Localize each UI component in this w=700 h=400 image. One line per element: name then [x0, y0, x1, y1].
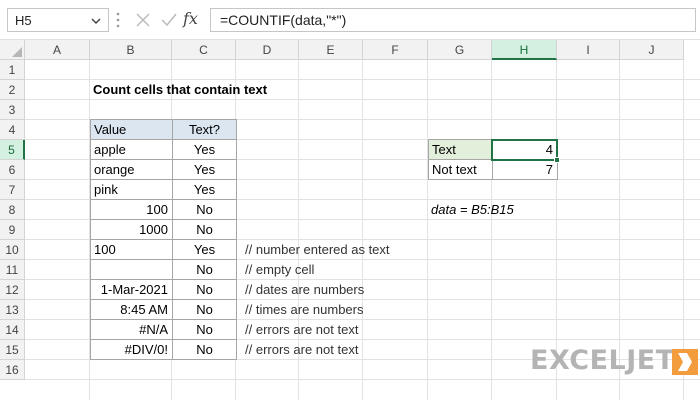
row-header-5[interactable]: 5 — [0, 140, 25, 160]
table-cell-text[interactable]: No — [172, 219, 237, 240]
named-range-note[interactable]: data = B5:B15 — [428, 200, 578, 220]
table-cell-text[interactable]: No — [172, 199, 237, 220]
table-cell-value[interactable] — [90, 259, 173, 280]
gridline-vertical — [491, 60, 492, 400]
column-header-d[interactable]: D — [236, 40, 299, 60]
table-cell-value[interactable]: 100 — [90, 239, 173, 260]
column-header-e[interactable]: E — [299, 40, 363, 60]
table-header-text[interactable]: Text? — [172, 119, 237, 140]
row-header-12[interactable]: 12 — [0, 280, 25, 300]
table-cell-text[interactable]: Yes — [172, 159, 237, 180]
table-comment[interactable]: // errors are not text — [242, 320, 442, 340]
row-header-1[interactable]: 1 — [0, 60, 25, 80]
select-all-corner[interactable] — [0, 40, 25, 60]
name-box-value: H5 — [15, 13, 32, 28]
table-cell-text[interactable]: Yes — [172, 139, 237, 160]
row-header-14[interactable]: 14 — [0, 320, 25, 340]
table-cell-text[interactable]: Yes — [172, 179, 237, 200]
enter-check-icon[interactable] — [160, 10, 178, 30]
more-options-icon[interactable] — [115, 11, 121, 29]
column-header-a[interactable]: A — [25, 40, 90, 60]
table-cell-value[interactable]: #DIV/0! — [90, 339, 173, 360]
summary-label[interactable]: Not text — [428, 159, 493, 180]
table-cell-text[interactable]: No — [172, 339, 237, 360]
table-cell-value[interactable]: pink — [90, 179, 173, 200]
formula-input[interactable]: =COUNTIF(data,"*") — [210, 8, 696, 32]
table-comment[interactable]: // times are numbers — [242, 300, 442, 320]
row-header-16[interactable]: 16 — [0, 360, 25, 380]
sheet-title[interactable]: Count cells that contain text — [90, 80, 350, 100]
table-cell-text[interactable]: No — [172, 299, 237, 320]
logo-mark-icon — [672, 349, 698, 375]
row-header-15[interactable]: 15 — [0, 340, 25, 360]
fill-handle[interactable] — [554, 157, 560, 163]
table-cell-value[interactable]: 8:45 AM — [90, 299, 173, 320]
row-header-13[interactable]: 13 — [0, 300, 25, 320]
column-header-f[interactable]: F — [363, 40, 428, 60]
row-header-3[interactable]: 3 — [0, 100, 25, 120]
table-comment[interactable]: // errors are not text — [242, 340, 442, 360]
column-header-i[interactable]: I — [557, 40, 620, 60]
insert-function-icon[interactable]: fx — [183, 9, 205, 29]
summary-value[interactable]: 7 — [492, 159, 558, 180]
row-header-7[interactable]: 7 — [0, 180, 25, 200]
select-all-triangle — [12, 47, 22, 57]
table-header-value[interactable]: Value — [90, 119, 173, 140]
chevron-down-icon[interactable] — [90, 16, 102, 26]
formula-bar: H5 fx =COUNTIF(data,"*") — [0, 0, 700, 40]
row-header-4[interactable]: 4 — [0, 120, 25, 140]
column-header-c[interactable]: C — [172, 40, 236, 60]
name-box[interactable]: H5 — [7, 8, 109, 32]
table-cell-value[interactable]: #N/A — [90, 319, 173, 340]
table-cell-text[interactable]: Yes — [172, 239, 237, 260]
cancel-icon[interactable] — [134, 10, 152, 30]
gridline-horizontal — [25, 379, 700, 380]
row-header-9[interactable]: 9 — [0, 220, 25, 240]
table-comment[interactable]: // dates are numbers — [242, 280, 442, 300]
summary-label[interactable]: Text — [428, 139, 493, 160]
active-cell-selection[interactable] — [491, 139, 558, 161]
row-header-2[interactable]: 2 — [0, 80, 25, 100]
table-cell-value[interactable]: 100 — [90, 199, 173, 220]
row-header-10[interactable]: 10 — [0, 240, 25, 260]
table-cell-value[interactable]: 1-Mar-2021 — [90, 279, 173, 300]
column-header-g[interactable]: G — [428, 40, 492, 60]
table-cell-value[interactable]: orange — [90, 159, 173, 180]
table-cell-text[interactable]: No — [172, 259, 237, 280]
table-cell-text[interactable]: No — [172, 279, 237, 300]
row-header-6[interactable]: 6 — [0, 160, 25, 180]
table-comment[interactable]: // number entered as text — [242, 240, 442, 260]
logo-text: EXCELJET — [530, 345, 675, 376]
table-cell-value[interactable]: 1000 — [90, 219, 173, 240]
column-header-h[interactable]: H — [492, 40, 557, 60]
table-cell-text[interactable]: No — [172, 319, 237, 340]
formula-text: =COUNTIF(data,"*") — [220, 12, 347, 28]
row-header-8[interactable]: 8 — [0, 200, 25, 220]
column-header-j[interactable]: J — [620, 40, 684, 60]
table-comment[interactable]: // empty cell — [242, 260, 442, 280]
row-header-11[interactable]: 11 — [0, 260, 25, 280]
column-header-b[interactable]: B — [90, 40, 172, 60]
table-cell-value[interactable]: apple — [90, 139, 173, 160]
